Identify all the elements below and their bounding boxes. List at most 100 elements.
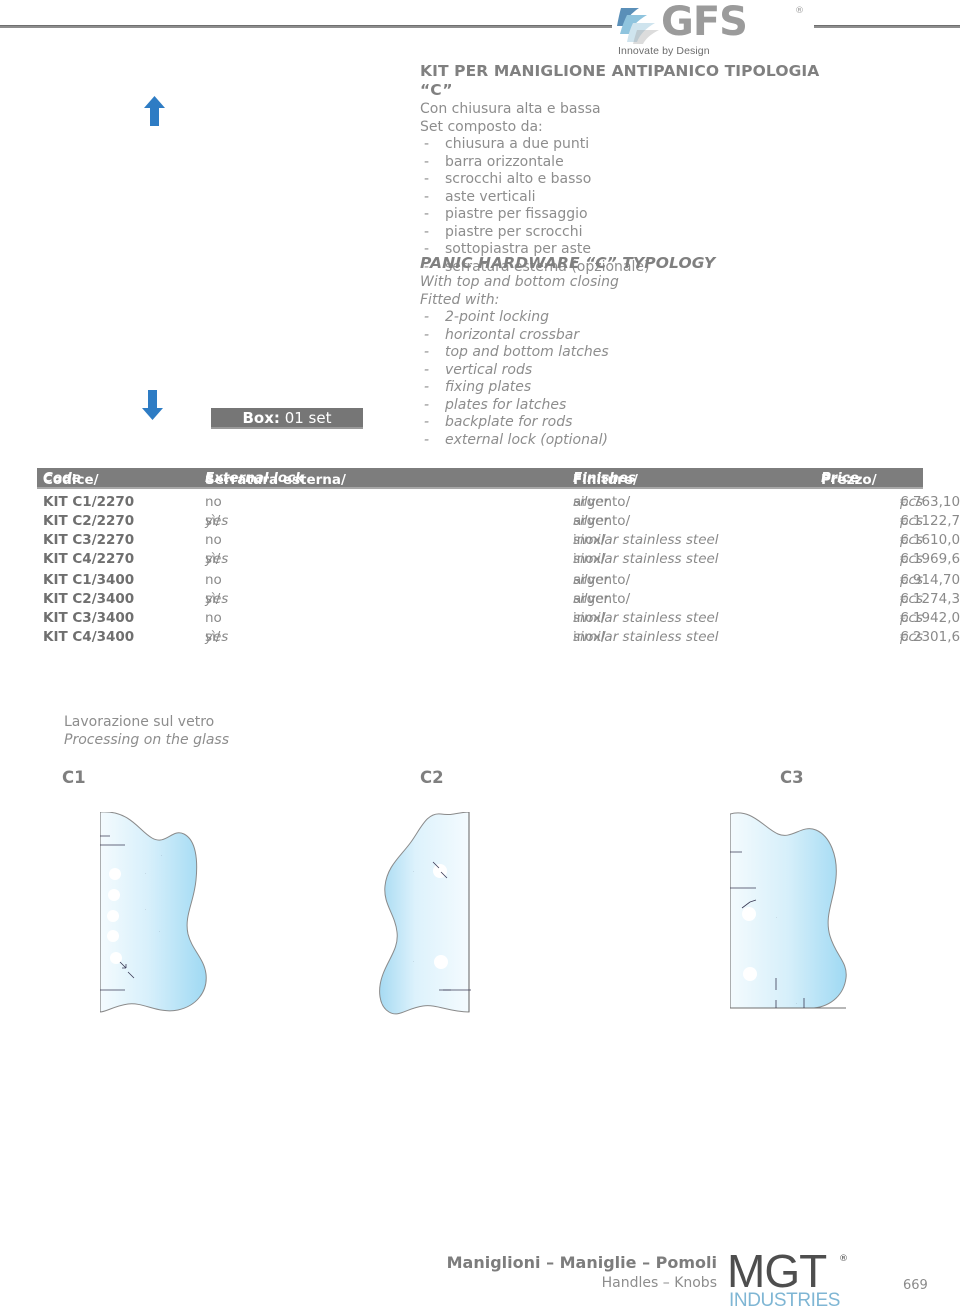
cell-code: KIT C3/2270 bbox=[43, 532, 135, 548]
gfs-logo: GFS ® Innovate by Design bbox=[617, 0, 813, 60]
list-item: piastre per scrocchi bbox=[420, 224, 840, 242]
glass-drawing-c1: . . . . bbox=[100, 812, 207, 1013]
box-label-text: Box: bbox=[242, 409, 280, 427]
processing-section-title: Lavorazione sul vetro Processing on the … bbox=[64, 714, 229, 749]
svg-text:.: . bbox=[159, 929, 160, 933]
footer-line-italian: Maniglioni – Maniglie – Pomoli bbox=[446, 1253, 717, 1272]
gfs-wordmark: GFS bbox=[661, 0, 748, 45]
table-row: KIT C1/2270 no argento/silver € 763,10 p… bbox=[43, 494, 960, 510]
list-item: barra orizzontale bbox=[420, 154, 840, 172]
cell-finish: inox/similar stainless steel bbox=[573, 532, 719, 548]
processing-title-english: Processing on the glass bbox=[64, 731, 230, 748]
cell-code: KIT C3/3400 bbox=[43, 610, 135, 626]
cell-lock: sì/yes bbox=[205, 591, 229, 607]
mgt-logo: MGT ® INDUSTRIES bbox=[727, 1245, 849, 1311]
cell-finish: argento/silver bbox=[573, 591, 631, 607]
cell-price: € 1942,00 pz/pcs bbox=[899, 610, 960, 626]
list-item: fixing plates bbox=[420, 379, 840, 397]
glass-figure-label-c2: C2 bbox=[420, 768, 444, 787]
svg-text:.: . bbox=[145, 871, 146, 875]
table-row: KIT C1/3400 no argento/silver € 914,70 p… bbox=[43, 572, 960, 588]
gfs-registered-mark: ® bbox=[795, 6, 804, 16]
box-quantity-label: Box: 01 set bbox=[211, 408, 363, 429]
cell-price: € 763,10 pz/pcs bbox=[899, 494, 960, 510]
cell-code: KIT C1/2270 bbox=[43, 494, 135, 510]
svg-text:.: . bbox=[796, 1001, 797, 1005]
cell-finish: inox/similar stainless steel bbox=[573, 551, 719, 567]
table-row: KIT C3/2270 no inox/similar stainless st… bbox=[43, 532, 960, 548]
cell-code: KIT C4/3400 bbox=[43, 629, 135, 645]
list-item: scrocchi alto e basso bbox=[420, 171, 840, 189]
column-header-price: Prezzo/Price bbox=[821, 470, 877, 488]
arrow-down-icon bbox=[142, 390, 163, 420]
cell-lock: sì/yes bbox=[205, 629, 229, 645]
list-item: plates for latches bbox=[420, 397, 840, 415]
price-table-group-3400: KIT C1/3400 no argento/silver € 914,70 p… bbox=[37, 572, 960, 648]
document-page: GFS ® Innovate by Design Box: 01 set KIT… bbox=[0, 0, 960, 1314]
footer-line-english: Handles – Knobs bbox=[601, 1275, 717, 1291]
header-rule-right bbox=[814, 25, 960, 28]
cell-lock: sì/yes bbox=[205, 551, 229, 567]
list-item: backplate for rods bbox=[420, 414, 840, 432]
product-subtitle-italian-1: Con chiusura alta e bassa bbox=[420, 101, 601, 117]
table-row: KIT C4/3400 sì/yes inox/similar stainles… bbox=[37, 629, 960, 648]
product-subtitle-english-1: With top and bottom closing bbox=[420, 274, 619, 290]
cell-code: KIT C4/2270 bbox=[43, 551, 135, 567]
svg-text:.: . bbox=[413, 959, 414, 963]
mgt-registered-mark: ® bbox=[839, 1254, 848, 1264]
cell-price: € 2301,65 pz/pcs bbox=[899, 629, 960, 645]
product-title-italian: KIT PER MANIGLIONE ANTIPANICO TIPOLOGIA … bbox=[420, 62, 820, 99]
gfs-swoosh-icon bbox=[617, 8, 659, 44]
list-item: chiusura a due punti bbox=[420, 136, 840, 154]
svg-text:.: . bbox=[145, 907, 146, 911]
column-header-code: Codice/Code bbox=[43, 470, 99, 488]
cell-price: € 1969,65 pz/pcs bbox=[899, 551, 960, 567]
column-header-finishes: Finiture/Finishes bbox=[573, 470, 638, 488]
price-table-group-2270: KIT C1/2270 no argento/silver € 763,10 p… bbox=[37, 494, 960, 570]
glass-drawing-c3: . . bbox=[730, 812, 847, 1009]
gfs-tagline: Innovate by Design bbox=[618, 45, 710, 57]
table-row: KIT C3/3400 no inox/similar stainless st… bbox=[43, 610, 960, 626]
list-item: horizontal crossbar bbox=[420, 327, 840, 345]
cell-code: KIT C1/3400 bbox=[43, 572, 135, 588]
cell-price: € 1122,75 pz/pcs bbox=[899, 513, 960, 529]
footer-category-text: Maniglioni – Maniglie – Pomoli Handles –… bbox=[447, 1253, 717, 1293]
svg-text:.: . bbox=[161, 853, 162, 857]
cell-finish: inox/similar stainless steel bbox=[573, 610, 719, 626]
product-description-italian: KIT PER MANIGLIONE ANTIPANICO TIPOLOGIA … bbox=[420, 62, 840, 276]
cell-price: € 914,70 pz/pcs bbox=[899, 572, 960, 588]
cell-finish: argento/silver bbox=[573, 513, 631, 529]
processing-title-italian: Lavorazione sul vetro bbox=[64, 714, 215, 730]
list-item: 2-point locking bbox=[420, 309, 840, 327]
list-item: external lock (optional) bbox=[420, 432, 840, 450]
cell-finish: argento/silver bbox=[573, 572, 631, 588]
svg-text:.: . bbox=[413, 869, 414, 873]
cell-price: € 1610,00 pz/pcs bbox=[899, 532, 960, 548]
cell-lock: sì/yes bbox=[205, 513, 229, 529]
cell-code: KIT C2/3400 bbox=[43, 591, 135, 607]
product-subtitle-italian-2: Set composto da: bbox=[420, 118, 543, 135]
table-row: KIT C2/2270 sì/yes argento/silver € 1122… bbox=[37, 513, 960, 532]
glass-figure-label-c3: C3 bbox=[780, 768, 804, 787]
glass-drawing-c2: . . bbox=[379, 812, 471, 1015]
product-title-english: PANIC HARDWARE “C” TYPOLOGY bbox=[420, 254, 716, 272]
page-number: 669 bbox=[903, 1278, 928, 1293]
list-item: aste verticali bbox=[420, 189, 840, 207]
table-row: KIT C2/3400 sì/yes argento/silver € 1274… bbox=[37, 591, 960, 610]
cell-price: € 1274,35 pz/pcs bbox=[899, 591, 960, 607]
arrow-up-icon bbox=[144, 96, 165, 126]
list-item: top and bottom latches bbox=[420, 344, 840, 362]
table-row: KIT C4/2270 sì/yes inox/similar stainles… bbox=[37, 551, 960, 570]
cell-finish: inox/similar stainless steel bbox=[573, 629, 719, 645]
box-value-text: 01 set bbox=[284, 409, 332, 427]
list-item: piastre per fissaggio bbox=[420, 206, 840, 224]
mgt-industries-text: INDUSTRIES bbox=[729, 1290, 841, 1311]
list-item: vertical rods bbox=[420, 362, 840, 380]
product-subtitle-english-2: Fitted with: bbox=[420, 291, 500, 308]
product-feature-list-english: 2-point locking horizontal crossbar top … bbox=[420, 309, 840, 449]
glass-figure-label-c1: C1 bbox=[62, 768, 86, 787]
price-table-header: Codice/Code Serratura esterna/External l… bbox=[37, 468, 923, 489]
product-description-english: PANIC HARDWARE “C” TYPOLOGY With top and… bbox=[420, 254, 840, 449]
svg-text:.: . bbox=[776, 915, 777, 919]
column-header-external-lock: Serratura esterna/External lock bbox=[205, 470, 346, 488]
